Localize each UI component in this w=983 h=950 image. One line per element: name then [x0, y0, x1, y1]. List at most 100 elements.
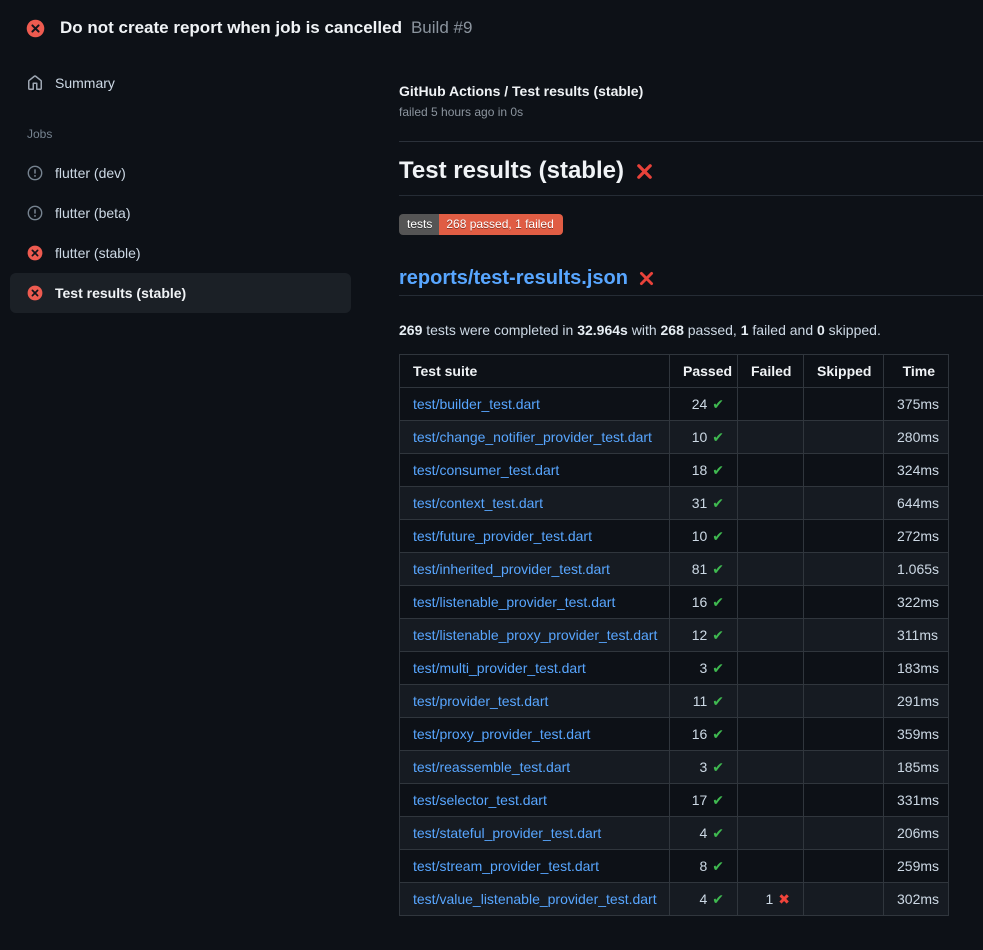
- tests-badge: tests 268 passed, 1 failed: [399, 214, 563, 235]
- passed-count: 16: [692, 594, 708, 610]
- sidebar-item-flutter-beta[interactable]: flutter (beta): [10, 193, 351, 233]
- sidebar-job-label: flutter (beta): [55, 205, 130, 221]
- summary-segment: 1: [741, 322, 749, 338]
- test-suite-link[interactable]: test/selector_test.dart: [413, 792, 547, 808]
- suite-cell: test/proxy_provider_test.dart: [400, 718, 670, 751]
- table-row: test/reassemble_test.dart3✔185ms: [400, 751, 949, 784]
- suite-cell: test/listenable_proxy_provider_test.dart: [400, 619, 670, 652]
- report-link[interactable]: reports/test-results.json: [399, 267, 628, 290]
- failed-cell: [738, 553, 804, 586]
- test-suite-link[interactable]: test/listenable_provider_test.dart: [413, 594, 615, 610]
- skipped-cell: [804, 718, 884, 751]
- test-suite-link[interactable]: test/consumer_test.dart: [413, 462, 559, 478]
- skipped-cell: [804, 487, 884, 520]
- test-suite-link[interactable]: test/listenable_proxy_provider_test.dart: [413, 627, 657, 643]
- failed-x-icon: [635, 162, 654, 181]
- suite-cell: test/selector_test.dart: [400, 784, 670, 817]
- time-cell: 291ms: [884, 685, 949, 718]
- table-row: test/multi_provider_test.dart 3 ✔ 183ms: [400, 652, 949, 685]
- table-row: test/listenable_provider_test.dart16✔322…: [400, 586, 949, 619]
- cancelled-icon: [27, 165, 43, 181]
- x-circle-icon: [27, 285, 43, 301]
- test-results-table-body: test/builder_test.dart24✔375mstest/chang…: [400, 388, 949, 916]
- test-suite-link[interactable]: test/change_notifier_provider_test.dart: [413, 429, 652, 445]
- test-suite-link[interactable]: test/stateful_provider_test.dart: [413, 825, 601, 841]
- sidebar-item-flutter-stable[interactable]: flutter (stable): [10, 233, 351, 273]
- time-cell: 280ms: [884, 421, 949, 454]
- time-cell: 644ms: [884, 487, 949, 520]
- passed-count: 17: [692, 792, 708, 808]
- run-status-line: failed 5 hours ago in 0s: [399, 105, 983, 120]
- test-suite-link[interactable]: test/builder_test.dart: [413, 396, 540, 412]
- passed-count: 10: [692, 528, 708, 544]
- run-title: Do not create report when job is cancell…: [60, 18, 402, 38]
- test-suite-link[interactable]: test/multi_provider_test.dart: [413, 660, 586, 676]
- report-title: reports/test-results.json: [399, 267, 983, 296]
- summary-segment: 268: [661, 322, 684, 338]
- check-icon: ✔: [712, 760, 724, 776]
- divider: [399, 141, 983, 142]
- table-row: test/context_test.dart 31✔ 644ms: [400, 487, 949, 520]
- passed-count: 11: [693, 693, 708, 709]
- check-icon: ✔: [712, 496, 724, 512]
- test-suite-link[interactable]: test/value_listenable_provider_test.dart: [413, 891, 657, 907]
- sidebar-item-test-results-stable[interactable]: Test results (stable): [10, 273, 351, 313]
- failed-cell: [738, 586, 804, 619]
- sidebar-item-flutter-dev[interactable]: flutter (dev): [10, 153, 351, 193]
- test-suite-link[interactable]: test/future_provider_test.dart: [413, 528, 592, 544]
- skipped-cell: [804, 553, 884, 586]
- run-header: Do not create report when job is cancell…: [0, 0, 983, 50]
- table-row: test/stream_provider_test.dart 8✔ 259ms: [400, 850, 949, 883]
- test-suite-link[interactable]: test/proxy_provider_test.dart: [413, 726, 590, 742]
- test-suite-link[interactable]: test/context_test.dart: [413, 495, 543, 511]
- failed-cell: [738, 850, 804, 883]
- table-row: test/consumer_test.dart18✔324ms: [400, 454, 949, 487]
- suite-cell: test/provider_test.dart: [400, 685, 670, 718]
- table-row: test/builder_test.dart24✔375ms: [400, 388, 949, 421]
- table-row: test/stateful_provider_test.dart4✔206ms: [400, 817, 949, 850]
- passed-cell: 10✔: [670, 520, 738, 553]
- test-suite-link[interactable]: test/provider_test.dart: [413, 693, 548, 709]
- time-cell: 1.065s: [884, 553, 949, 586]
- section-title-text: Test results (stable): [399, 156, 624, 186]
- time-cell: 183ms: [884, 652, 949, 685]
- check-icon: ✔: [712, 859, 724, 875]
- test-suite-link[interactable]: test/reassemble_test.dart: [413, 759, 570, 775]
- summary-segment: with: [628, 322, 661, 338]
- passed-cell: 4✔: [670, 883, 738, 916]
- passed-count: 24: [692, 396, 708, 412]
- table-row: test/selector_test.dart17✔331ms: [400, 784, 949, 817]
- passed-count: 18: [692, 462, 708, 478]
- test-suite-link[interactable]: test/stream_provider_test.dart: [413, 858, 599, 874]
- failed-cell: [738, 520, 804, 553]
- time-cell: 322ms: [884, 586, 949, 619]
- column-header-test-suite: Test suite: [400, 355, 670, 388]
- passed-cell: 4✔: [670, 817, 738, 850]
- cancelled-icon: [27, 205, 43, 221]
- sidebar-job-label: Test results (stable): [55, 285, 186, 301]
- passed-count: 31: [692, 495, 708, 511]
- skipped-cell: [804, 751, 884, 784]
- suite-cell: test/reassemble_test.dart: [400, 751, 670, 784]
- passed-count: 3: [699, 660, 707, 676]
- passed-cell: 11✔: [670, 685, 738, 718]
- summary-segment: passed,: [684, 322, 741, 338]
- test-suite-link[interactable]: test/inherited_provider_test.dart: [413, 561, 610, 577]
- failed-cell: [738, 751, 804, 784]
- failed-cell: [738, 652, 804, 685]
- summary-segment: 32.964s: [577, 322, 628, 338]
- skipped-cell: [804, 388, 884, 421]
- suite-cell: test/future_provider_test.dart: [400, 520, 670, 553]
- check-icon: ✔: [712, 694, 724, 710]
- check-icon: ✔: [712, 628, 724, 644]
- check-icon: ✔: [712, 661, 724, 677]
- check-icon: ✔: [712, 430, 724, 446]
- passed-cell: 81✔: [670, 553, 738, 586]
- sidebar-item-summary[interactable]: Summary: [10, 66, 351, 100]
- table-row: test/proxy_provider_test.dart16✔359ms: [400, 718, 949, 751]
- failed-cell: [738, 421, 804, 454]
- section-title: Test results (stable): [399, 156, 983, 196]
- time-cell: 259ms: [884, 850, 949, 883]
- failed-cell: [738, 685, 804, 718]
- passed-cell: 8✔: [670, 850, 738, 883]
